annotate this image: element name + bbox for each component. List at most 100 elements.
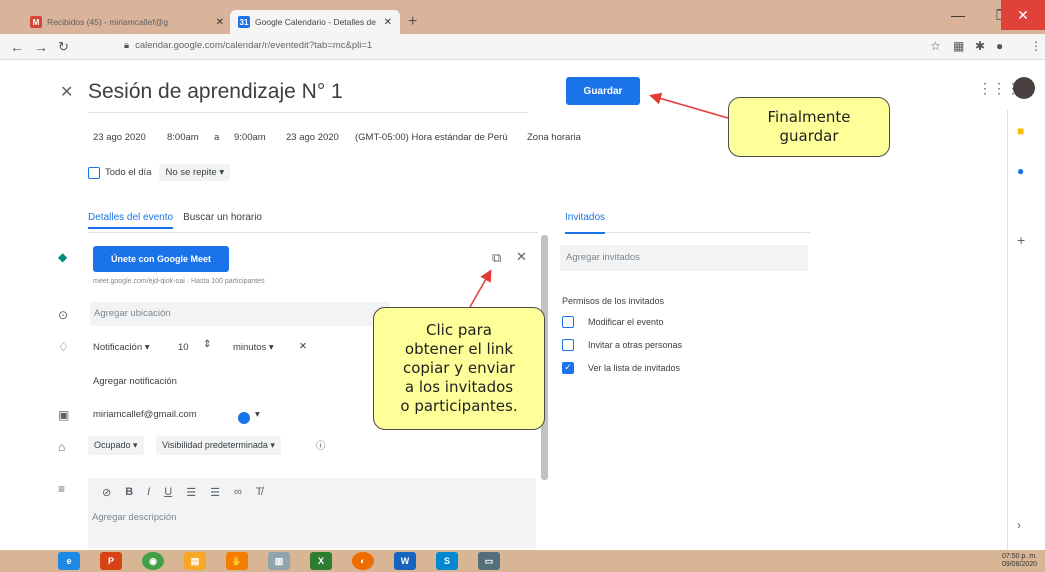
tab-find-time[interactable]: Buscar un horario bbox=[183, 212, 262, 223]
profile-icon[interactable]: ● bbox=[996, 39, 1003, 53]
save-button[interactable]: Guardar bbox=[566, 77, 640, 105]
url-field[interactable]: 🔒︎ calendar.google.com/calendar/r/evented… bbox=[124, 40, 372, 51]
tab-label: Recibidos (45) - miriamcallef@g bbox=[47, 17, 169, 27]
permission-modify[interactable]: Modificar el evento bbox=[562, 316, 664, 328]
all-day-checkbox[interactable] bbox=[88, 166, 100, 179]
start-date[interactable]: 23 ago 2020 bbox=[93, 132, 146, 143]
callout-copy-line: a los invitados bbox=[404, 378, 514, 396]
permission-invite[interactable]: Invitar a otras personas bbox=[562, 339, 682, 351]
numbered-list-icon[interactable]: ☰ bbox=[186, 486, 196, 499]
event-tabs: Detalles del evento Buscar un horario bbox=[88, 212, 262, 229]
remove-notification-icon[interactable]: ✕ bbox=[299, 341, 307, 352]
notification-unit-select[interactable]: minutos ▾ bbox=[233, 342, 274, 353]
new-tab-icon[interactable]: + bbox=[408, 13, 417, 31]
tab-gmail[interactable]: M Recibidos (45) - miriamcallef@g ✕ bbox=[22, 10, 232, 34]
permission-checkbox[interactable] bbox=[562, 316, 574, 328]
keep-icon[interactable]: ■ bbox=[1017, 124, 1024, 138]
tab-guests[interactable]: Invitados bbox=[565, 212, 605, 223]
window-close-icon[interactable]: ✕ bbox=[1001, 0, 1045, 30]
chevron-right-icon[interactable]: › bbox=[1017, 518, 1021, 532]
end-date[interactable]: 23 ago 2020 bbox=[286, 132, 339, 143]
calendar-icon: 31 bbox=[238, 16, 250, 28]
notepad-icon[interactable]: ▥ bbox=[268, 552, 290, 570]
chrome-icon[interactable]: ◉ bbox=[142, 552, 164, 570]
stepper-icon[interactable]: ⇕ bbox=[203, 339, 211, 350]
notification-type-select[interactable]: Notificación ▾ bbox=[93, 342, 150, 353]
back-icon[interactable]: ← bbox=[10, 39, 24, 55]
folder-icon[interactable]: ▤ bbox=[184, 552, 206, 570]
firefox-icon[interactable]: ◐ bbox=[352, 552, 374, 570]
timezone-link[interactable]: Zona horaria bbox=[527, 132, 581, 143]
chevron-down-icon[interactable]: ▾ bbox=[255, 409, 260, 420]
menu-icon[interactable]: ⋮ bbox=[1030, 39, 1042, 53]
permission-checkbox-checked[interactable]: ✓ bbox=[562, 362, 574, 374]
close-icon[interactable]: ✕ bbox=[60, 82, 73, 102]
meet-icon: ◆ bbox=[58, 250, 68, 264]
meet-link[interactable]: meet.google.com/ejd-qiok-oai · Hasta 100… bbox=[93, 278, 265, 285]
start-time[interactable]: 8:00am bbox=[167, 132, 199, 143]
bookmark-star-icon[interactable]: ☆ bbox=[930, 39, 941, 53]
link-icon[interactable]: ∞ bbox=[234, 486, 242, 499]
permission-see-list[interactable]: ✓ Ver la lista de invitados bbox=[562, 362, 680, 374]
tab-calendar[interactable]: 31 Google Calendario - Detalles de ✕ bbox=[230, 10, 400, 34]
skype-icon[interactable]: S bbox=[436, 552, 458, 570]
callout-copy-line: obtener el link bbox=[404, 340, 514, 358]
calendar-owner-icon: ▣ bbox=[58, 408, 70, 422]
callout-copy-line: Clic para bbox=[426, 321, 492, 339]
busy-select[interactable]: Ocupado ▾ bbox=[88, 436, 144, 455]
notification-value-input[interactable]: 10 bbox=[178, 342, 189, 353]
extension-icon[interactable]: ▦ bbox=[953, 39, 964, 53]
all-day-label: Todo el día bbox=[105, 167, 152, 178]
powerpoint-icon[interactable]: P bbox=[100, 552, 122, 570]
avatar[interactable] bbox=[1013, 77, 1035, 99]
italic-icon[interactable]: I bbox=[147, 486, 150, 499]
visibility-select[interactable]: Visibilidad predeterminada ▾ bbox=[156, 436, 281, 455]
guests-tab-underline bbox=[565, 232, 605, 234]
join-meet-button[interactable]: Únete con Google Meet bbox=[93, 246, 229, 272]
all-day-row: Todo el día No se repite ▾ bbox=[88, 164, 231, 181]
app-icon[interactable]: ✋ bbox=[226, 552, 248, 570]
help-icon[interactable]: ⓘ bbox=[316, 438, 326, 452]
permission-checkbox[interactable] bbox=[562, 339, 574, 351]
tab-close-icon[interactable]: ✕ bbox=[384, 17, 392, 28]
timezone[interactable]: (GMT-05:00) Hora estándar de Perú bbox=[355, 132, 508, 143]
extensions-puzzle-icon[interactable]: ✱ bbox=[975, 39, 985, 53]
bold-icon[interactable]: B bbox=[125, 486, 133, 499]
event-title-input[interactable]: Sesión de aprendizaje N° 1 bbox=[88, 80, 343, 104]
calendar-owner[interactable]: miriamcallef@gmail.com bbox=[93, 409, 197, 420]
location-input[interactable]: Agregar ubicación bbox=[90, 302, 390, 326]
repeat-select[interactable]: No se repite ▾ bbox=[159, 164, 231, 181]
tab-event-details[interactable]: Detalles del evento bbox=[88, 212, 174, 229]
tasks-icon[interactable]: ● bbox=[1017, 164, 1024, 178]
minimize-icon[interactable]: — bbox=[936, 0, 980, 30]
end-time[interactable]: 9:00am bbox=[234, 132, 266, 143]
location-icon: ⊙ bbox=[58, 308, 69, 322]
tab-close-icon[interactable]: ✕ bbox=[216, 17, 224, 28]
desktop-icon[interactable]: ▭ bbox=[478, 552, 500, 570]
ie-icon[interactable]: e bbox=[58, 552, 80, 570]
callout-copy-line: o participantes. bbox=[400, 397, 518, 415]
reload-icon[interactable]: ↻ bbox=[58, 39, 69, 55]
bulleted-list-icon[interactable]: ☰ bbox=[210, 486, 220, 499]
callout-copy-link: Clic para obtener el link copiar y envia… bbox=[373, 307, 545, 430]
guest-permissions-title: Permisos de los invitados bbox=[562, 296, 665, 306]
description-icon: ≡ bbox=[58, 482, 66, 496]
url-text: calendar.google.com/calendar/r/eventedit… bbox=[135, 40, 373, 51]
calendar-color-dot[interactable] bbox=[238, 412, 250, 424]
add-guests-input[interactable]: Agregar invitados bbox=[560, 245, 808, 271]
copy-icon[interactable]: ⧉ bbox=[492, 250, 501, 266]
address-bar: ← → ↻ 🔒︎ calendar.google.com/calendar/r/e… bbox=[0, 34, 1045, 60]
briefcase-icon: ⌂ bbox=[58, 440, 66, 454]
bell-icon: ♢ bbox=[58, 340, 69, 354]
word-icon[interactable]: W bbox=[394, 552, 416, 570]
remove-meet-icon[interactable]: ✕ bbox=[516, 249, 527, 265]
callout-save-line: guardar bbox=[779, 127, 839, 145]
attachment-icon[interactable]: ⊘ bbox=[102, 486, 111, 499]
add-addon-icon[interactable]: + bbox=[1017, 232, 1025, 248]
clear-format-icon[interactable]: T̸ bbox=[256, 486, 263, 499]
forward-icon[interactable]: → bbox=[34, 39, 48, 55]
lock-icon: 🔒︎ bbox=[124, 40, 130, 51]
underline-icon[interactable]: U bbox=[164, 486, 172, 499]
add-notification-link[interactable]: Agregar notificación bbox=[93, 376, 177, 387]
excel-icon[interactable]: X bbox=[310, 552, 332, 570]
